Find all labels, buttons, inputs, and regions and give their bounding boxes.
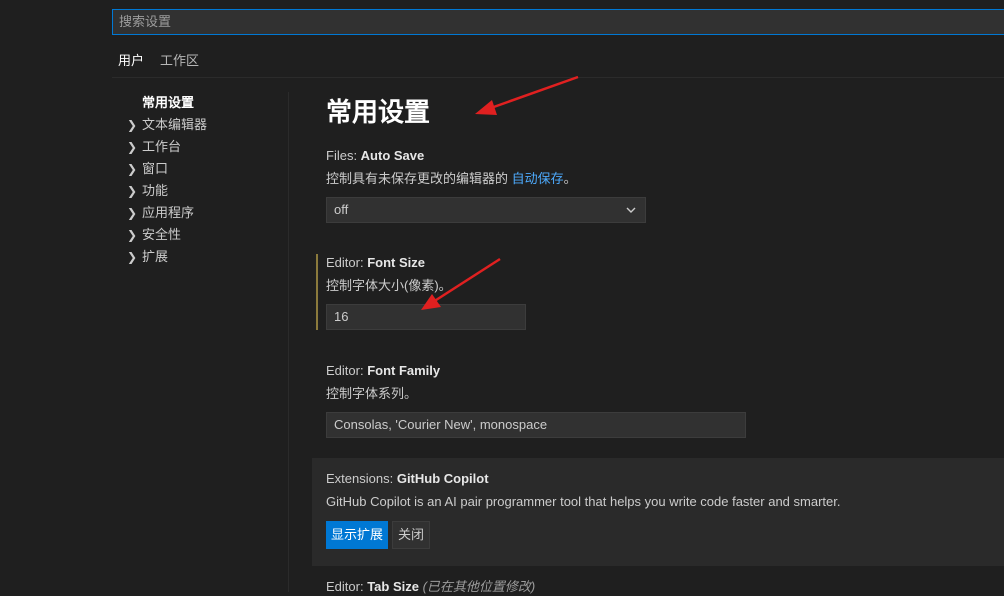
section-heading: 常用设置 bbox=[326, 97, 431, 127]
toc-item-label: 文本编辑器 bbox=[142, 117, 208, 132]
chevron-right-icon: ❯ bbox=[126, 228, 138, 242]
setting-name: Font Family bbox=[367, 363, 441, 378]
setting-title: Files: Auto Save bbox=[326, 147, 1004, 165]
setting-name: Auto Save bbox=[360, 148, 425, 163]
setting-category: Editor: bbox=[326, 255, 368, 270]
desc-text: 控制具有未保存更改的编辑器的 bbox=[326, 171, 512, 186]
setting-github-copilot: Extensions: GitHub Copilot GitHub Copilo… bbox=[312, 470, 1004, 549]
input-value: 16 bbox=[334, 309, 349, 324]
setting-description: 控制字体大小(像素)。 bbox=[326, 278, 452, 293]
toc-item-extensions[interactable]: ❯ 扩展 bbox=[122, 246, 282, 268]
setting-name: Font Size bbox=[367, 255, 425, 270]
auto-save-link[interactable]: 自动保存 bbox=[512, 171, 564, 186]
setting-title: Editor: Tab Size (已在其他位置修改) bbox=[326, 578, 1004, 596]
setting-title: Extensions: GitHub Copilot bbox=[326, 470, 1004, 488]
scope-tabs: 用户 工作区 bbox=[112, 48, 209, 78]
setting-font-size: Editor: Font Size 控制字体大小(像素)。 16 bbox=[312, 254, 1004, 330]
chevron-right-icon: ❯ bbox=[126, 118, 138, 132]
setting-description: 控制具有未保存更改的编辑器的 自动保存。 bbox=[326, 170, 1004, 188]
toc-item-label: 常用设置 bbox=[142, 95, 195, 110]
toc-item-window[interactable]: ❯ 窗口 bbox=[122, 158, 282, 180]
setting-title: Editor: Font Family bbox=[326, 362, 1004, 380]
toc-item-text-editor[interactable]: ❯ 文本编辑器 bbox=[122, 114, 282, 136]
toc-item-label: 安全性 bbox=[142, 227, 182, 242]
setting-title: Editor: Font Size bbox=[326, 254, 1004, 272]
toc-item-security[interactable]: ❯ 安全性 bbox=[122, 224, 282, 246]
settings-toc: 常用设置 ❯ 文本编辑器 ❯ 工作台 ❯ 窗口 ❯ 功能 ❯ 应用程序 ❯ 安全… bbox=[122, 92, 282, 268]
setting-description: GitHub Copilot is an AI pair programmer … bbox=[326, 494, 841, 509]
toc-item-application[interactable]: ❯ 应用程序 bbox=[122, 202, 282, 224]
search-placeholder: 搜索设置 bbox=[119, 14, 172, 29]
toc-item-label: 工作台 bbox=[142, 139, 182, 154]
annotation-arrow-heading bbox=[475, 75, 579, 115]
input-value: Consolas, 'Courier New', monospace bbox=[334, 417, 548, 432]
button-row: 显示扩展 关闭 bbox=[326, 521, 1004, 549]
tabs-divider bbox=[112, 77, 1004, 78]
tab-workspace[interactable]: 工作区 bbox=[154, 48, 205, 78]
setting-category: Editor: bbox=[326, 363, 368, 378]
setting-tab-size: Editor: Tab Size (已在其他位置修改) bbox=[312, 578, 1004, 596]
show-extension-button[interactable]: 显示扩展 bbox=[326, 521, 389, 549]
chevron-right-icon: ❯ bbox=[126, 140, 138, 154]
chevron-down-icon bbox=[625, 198, 637, 230]
toc-item-common[interactable]: 常用设置 bbox=[122, 92, 282, 114]
chevron-right-icon: ❯ bbox=[126, 206, 138, 220]
toc-item-workbench[interactable]: ❯ 工作台 bbox=[122, 136, 282, 158]
setting-category: Extensions: bbox=[326, 471, 397, 486]
toc-divider bbox=[288, 92, 289, 592]
chevron-right-icon: ❯ bbox=[126, 250, 138, 264]
font-family-input[interactable]: Consolas, 'Courier New', monospace bbox=[326, 412, 746, 438]
desc-suffix: 。 bbox=[563, 171, 577, 186]
setting-auto-save: Files: Auto Save 控制具有未保存更改的编辑器的 自动保存。 of… bbox=[312, 147, 1004, 223]
setting-description: 控制字体系列。 bbox=[326, 386, 418, 401]
setting-name: GitHub Copilot bbox=[396, 471, 489, 486]
toc-item-label: 扩展 bbox=[142, 249, 169, 264]
chevron-right-icon: ❯ bbox=[126, 184, 138, 198]
search-settings-input[interactable]: 搜索设置 bbox=[112, 9, 1004, 35]
toc-item-label: 应用程序 bbox=[142, 205, 195, 220]
setting-category: Files: bbox=[326, 148, 361, 163]
toc-item-label: 功能 bbox=[142, 183, 169, 198]
auto-save-select[interactable]: off bbox=[326, 197, 646, 223]
chevron-right-icon: ❯ bbox=[126, 162, 138, 176]
font-size-input[interactable]: 16 bbox=[326, 304, 526, 330]
select-value: off bbox=[334, 202, 349, 217]
setting-font-family: Editor: Font Family 控制字体系列。 Consolas, 'C… bbox=[312, 362, 1004, 438]
close-button[interactable]: 关闭 bbox=[392, 521, 431, 549]
toc-item-features[interactable]: ❯ 功能 bbox=[122, 180, 282, 202]
tab-user[interactable]: 用户 bbox=[112, 48, 151, 78]
toc-item-label: 窗口 bbox=[142, 161, 169, 176]
